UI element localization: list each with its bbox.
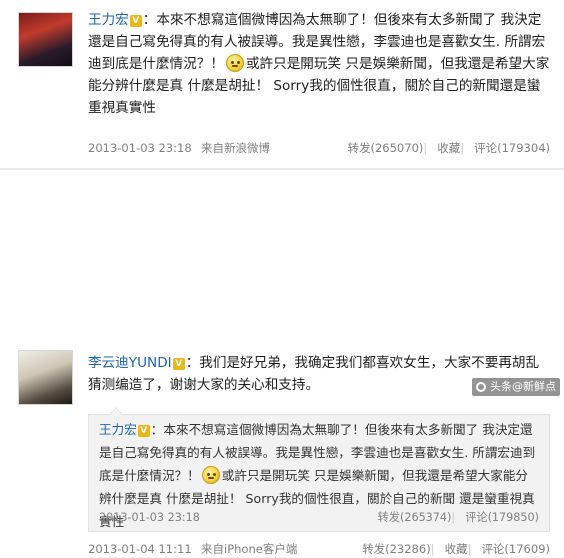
reposted-date-link[interactable]: 2013-01-03 23:18 (99, 509, 200, 527)
reposted-meta: 2013-01-03 23:18 转发(265374)| 评论(179850) (99, 509, 539, 527)
action-divider: | (460, 141, 465, 155)
reposted-comment-link[interactable]: 评论(179850) (465, 511, 539, 524)
action-divider: | (423, 141, 428, 155)
author-name-link[interactable]: 李云迪YUNDI (88, 355, 172, 371)
repost-button[interactable]: 转发(23286) (362, 542, 431, 556)
watermark-logo: 头条@新鲜点 (472, 378, 560, 396)
avatar-wang-leehom[interactable] (18, 12, 73, 67)
post-source-link[interactable]: 来自iPhone客户端 (201, 540, 297, 558)
reposted-repost-link[interactable]: 转发(265374) (378, 511, 452, 524)
reposted-original-post: 王力宏 V ：本來不想寫這個微博因為太無聊了！但後來有太多新聞了 我決定還是自己寫免… (88, 407, 550, 532)
comment-button[interactable]: 评论(179304) (474, 141, 550, 155)
weibo-post-wang-leehom: 王力宏 V ：本來不想寫這個微博因為太無聊了！但後來有太多新聞了 我決定還是自己寫免… (0, 0, 564, 168)
post-text: 王力宏 V ：本來不想寫這個微博因為太無聊了！但後來有太多新聞了 我決定還是自己寫免… (88, 9, 550, 119)
reposted-author-link[interactable]: 王力宏 (99, 422, 137, 437)
weibo-post-li-yundi: 李云迪YUNDI V ：我们是好兄弟，我确定我们都喜欢女生，大家不要再胡乱猜测编造了… (0, 168, 564, 556)
post-meta: 2013-01-04 11:11 来自iPhone客户端 转发(23286)| 收… (88, 540, 550, 558)
comment-button[interactable]: 评论(17609) (481, 542, 550, 556)
action-divider: | (467, 542, 472, 556)
favorite-button[interactable]: 收藏 (437, 141, 460, 155)
avatar-li-yundi[interactable] (18, 350, 73, 405)
post-date-link[interactable]: 2013-01-03 23:18 (88, 139, 192, 157)
watermark-text: 头条@新鲜点 (490, 380, 556, 393)
post-actions: 转发(23286)| 收藏| 评论(17609) (362, 540, 550, 558)
verified-badge-icon: V (129, 15, 142, 27)
post-actions: 转发(265070)| 收藏| 评论(179304) (348, 139, 551, 157)
post-meta: 2013-01-03 23:18 来自新浪微博 转发(265070)| 收藏| 评论… (88, 139, 550, 157)
post-source-link[interactable]: 来自新浪微博 (201, 139, 270, 157)
action-divider: | (451, 511, 456, 524)
smile-emoji-icon (201, 466, 220, 484)
reposted-actions: 转发(265374)| 评论(179850) (378, 509, 539, 527)
repost-pointer (109, 407, 123, 415)
author-name-link[interactable]: 王力宏 (88, 12, 129, 28)
post-date-link[interactable]: 2013-01-04 11:11 (88, 540, 192, 558)
verified-badge-icon: V (172, 358, 185, 370)
smile-emoji-icon (225, 54, 244, 72)
action-divider: | (430, 542, 435, 556)
repost-button[interactable]: 转发(265070) (348, 141, 424, 155)
favorite-button[interactable]: 收藏 (445, 542, 468, 556)
verified-badge-icon: V (137, 425, 150, 437)
